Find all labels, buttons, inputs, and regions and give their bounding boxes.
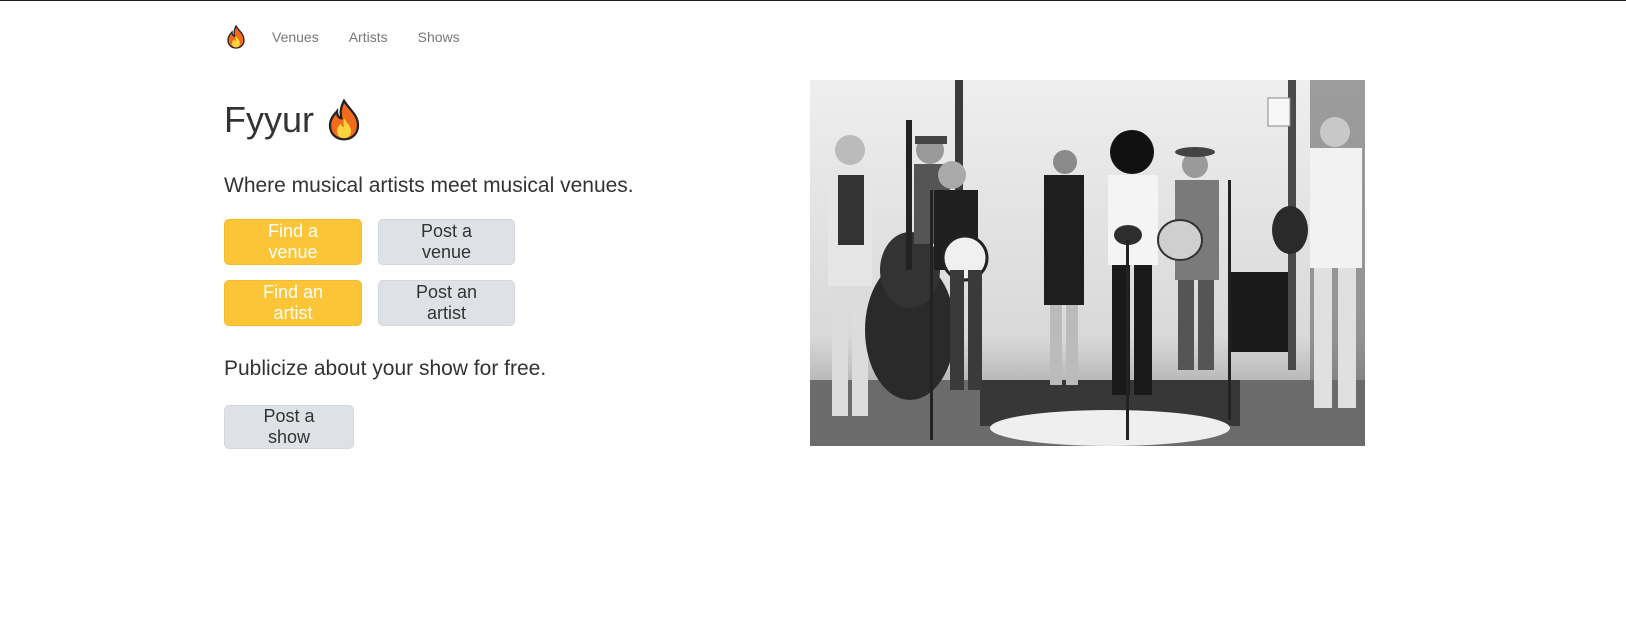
post-venue-button[interactable]: Post a venue (378, 219, 515, 265)
post-show-button[interactable]: Post a show (224, 405, 354, 449)
find-venue-button[interactable]: Find a venue (224, 219, 362, 265)
brand-flame-icon[interactable] (224, 23, 248, 51)
band-photo (810, 80, 1365, 446)
show-tagline: Publicize about your show for free. (224, 357, 547, 380)
nav-artists-link[interactable]: Artists (349, 22, 388, 52)
navbar: Venues Artists Shows (224, 22, 490, 52)
nav-venues-link[interactable]: Venues (272, 22, 319, 52)
top-border (0, 0, 1626, 1)
post-artist-button[interactable]: Post an artist (378, 280, 515, 326)
flame-icon (227, 25, 245, 49)
tagline: Where musical artists meet musical venue… (224, 174, 634, 197)
hero-section: Fyyur Where musical artists meet musical… (224, 90, 784, 449)
page-title: Fyyur (224, 99, 314, 140)
nav-shows-link[interactable]: Shows (418, 22, 460, 52)
title-row: Fyyur (224, 90, 784, 150)
flame-icon (326, 98, 362, 142)
find-artist-button[interactable]: Find an artist (224, 280, 362, 326)
